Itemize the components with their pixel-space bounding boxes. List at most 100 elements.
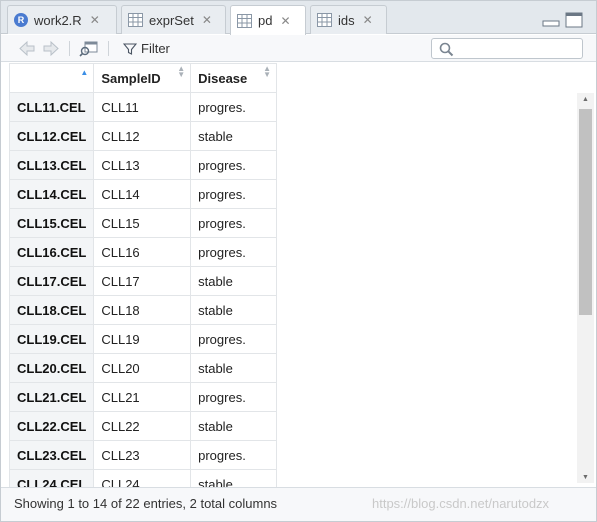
tab-bar: R work2.R ✕ exprSet ✕ pd ✕ ids ✕ [1,1,596,35]
sampleid-cell: CLL22 [93,411,192,441]
row-name-cell: CLL17.CEL [8,266,95,296]
row-name-cell: CLL19.CEL [8,324,95,354]
sampleid-cell: CLL16 [93,237,192,267]
tab-pd[interactable]: pd ✕ [230,5,306,35]
row-name-cell: CLL18.CEL [8,295,95,325]
table-row: CLL19.CEL CLL19 progres. [8,324,277,354]
sampleid-cell: CLL11 [93,92,192,122]
sampleid-cell: CLL20 [93,353,192,383]
r-file-icon: R [14,13,28,27]
disease-cell: stable [190,353,277,383]
column-header-rownames[interactable]: ▲ [8,63,95,93]
sampleid-cell: CLL15 [93,208,192,238]
sampleid-cell: CLL21 [93,382,192,412]
data-grid-icon [237,13,252,28]
row-name-cell: CLL22.CEL [8,411,95,441]
table-header-row: ▲ SampleID ▲ ▼ Disease ▲ ▼ [8,63,277,93]
tab-label: pd [258,13,273,28]
row-name-cell: CLL16.CEL [8,237,95,267]
tab-label: exprSet [149,12,194,28]
sort-ascending-icon: ▲ [80,68,89,77]
table-body: CLL11.CEL CLL11 progres. CLL12.CEL CLL12 stab… [8,92,277,499]
row-name-cell: CLL15.CEL [8,208,95,238]
table-row: CLL20.CEL CLL20 stable [8,353,277,383]
column-header-label: SampleID [101,70,161,86]
filter-funnel-icon [123,42,137,55]
disease-cell: stable [190,266,277,296]
row-name-cell: CLL20.CEL [8,353,95,383]
sampleid-cell: CLL17 [93,266,192,296]
row-name-cell: CLL14.CEL [8,179,95,209]
search-input[interactable] [431,38,583,59]
column-header-sampleid[interactable]: SampleID ▲ ▼ [93,63,192,93]
close-icon[interactable]: ✕ [202,13,212,27]
forward-arrow-icon[interactable] [41,39,61,58]
table-row: CLL13.CEL CLL13 progres. [8,150,277,180]
sampleid-cell: CLL19 [93,324,192,354]
table-row: CLL21.CEL CLL21 progres. [8,382,277,412]
row-name-cell: CLL12.CEL [8,121,95,151]
sort-icon: ▲ ▼ [263,64,271,79]
minimize-pane-icon[interactable] [542,12,560,28]
sampleid-cell: CLL13 [93,150,192,180]
data-grid-icon [317,13,332,27]
close-icon[interactable]: ✕ [363,13,373,27]
disease-cell: progres. [190,237,277,267]
sort-icon: ▲ ▼ [177,64,186,79]
table-row: CLL16.CEL CLL16 progres. [8,237,277,267]
table-row: CLL14.CEL CLL14 progres. [8,179,277,209]
scroll-down-arrow-icon[interactable]: ▼ [582,474,589,481]
toolbar-divider [108,41,109,56]
table-row: CLL22.CEL CLL22 stable [8,411,277,441]
filter-label: Filter [141,41,170,56]
disease-cell: stable [190,411,277,441]
sampleid-cell: CLL12 [93,121,192,151]
filter-button[interactable]: Filter [123,39,170,58]
close-icon[interactable]: ✕ [90,13,100,27]
disease-cell: progres. [190,92,277,122]
data-viewer-pane: R work2.R ✕ exprSet ✕ pd ✕ ids ✕ Filter … [0,0,597,522]
column-header-label: Disease [198,70,248,86]
disease-cell: progres. [190,208,277,238]
search-icon [439,42,454,57]
disease-cell: progres. [190,440,277,470]
disease-cell: stable [190,295,277,325]
tab-label: ids [338,12,355,28]
table-row: CLL12.CEL CLL12 stable [8,121,277,151]
disease-cell: progres. [190,179,277,209]
disease-cell: stable [190,121,277,151]
close-icon[interactable]: ✕ [280,14,290,28]
maximize-pane-icon[interactable] [565,12,583,28]
disease-cell: progres. [190,150,277,180]
scroll-up-arrow-icon[interactable]: ▲ [582,96,589,103]
tab-label: work2.R [34,12,82,28]
sampleid-cell: CLL18 [93,295,192,325]
tab-ids[interactable]: ids ✕ [310,5,387,34]
row-name-cell: CLL13.CEL [8,150,95,180]
table-row: CLL11.CEL CLL11 progres. [8,92,277,122]
back-arrow-icon[interactable] [17,39,37,58]
tab-work2-r[interactable]: R work2.R ✕ [7,5,117,34]
column-header-disease[interactable]: Disease ▲ ▼ [190,63,277,93]
row-name-cell: CLL21.CEL [8,382,95,412]
watermark-text: https://blog.csdn.net/narutodzx [372,496,550,511]
row-name-cell: CLL23.CEL [8,440,95,470]
entries-info: Showing 1 to 14 of 22 entries, 2 total c… [14,496,278,511]
table-row: CLL23.CEL CLL23 progres. [8,440,277,470]
toolbar-divider [69,41,70,56]
show-in-window-icon[interactable] [79,39,99,58]
status-footer: Showing 1 to 14 of 22 entries, 2 total c… [1,487,596,521]
sampleid-cell: CLL23 [93,440,192,470]
table-row: CLL15.CEL CLL15 progres. [8,208,277,238]
disease-cell: progres. [190,324,277,354]
sampleid-cell: CLL14 [93,179,192,209]
table-row: CLL17.CEL CLL17 stable [8,266,277,296]
vertical-scrollbar[interactable]: ▲ ▼ [577,93,594,483]
row-name-cell: CLL11.CEL [8,92,95,122]
disease-cell: progres. [190,382,277,412]
table-row: CLL18.CEL CLL18 stable [8,295,277,325]
data-table: ▲ SampleID ▲ ▼ Disease ▲ ▼ CLL11.CEL CLL11 p… [8,63,277,499]
data-grid-icon [128,13,143,27]
tab-exprset[interactable]: exprSet ✕ [121,5,226,34]
scrollbar-thumb[interactable] [579,109,592,315]
